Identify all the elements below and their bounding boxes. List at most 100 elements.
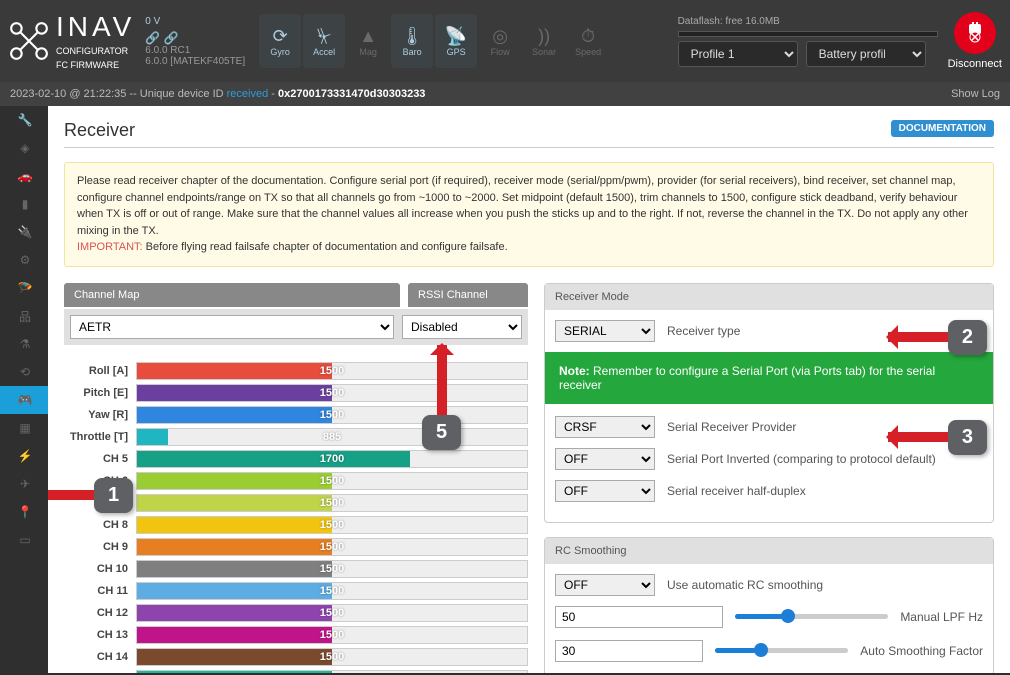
channel-value: 1700 (320, 453, 344, 465)
channel-label: CH 10 (64, 563, 136, 575)
channel-track: 1500 (136, 472, 528, 490)
usb-x-icon (954, 12, 996, 54)
channel-value: 1500 (320, 629, 344, 641)
channel-label: CH 7 (64, 497, 136, 509)
fc-firmware-label: FC FIRMWARE (56, 60, 119, 70)
receiver-type-label: Receiver type (667, 324, 740, 338)
channel-label: CH 5 (64, 453, 136, 465)
sidebar-item-outputs[interactable]: ▮ (0, 190, 48, 218)
channel-map-title: Channel Map (64, 283, 400, 307)
rssi-channel-title: RSSI Channel (408, 283, 528, 307)
channel-map-select[interactable]: AETR (70, 315, 394, 339)
channel-value: 1500 (320, 409, 344, 421)
serial-provider-select[interactable]: CRSF (555, 416, 655, 438)
sidebar-item-mixer[interactable]: 🚗 (0, 162, 48, 190)
receiver-type-select[interactable]: SERIAL (555, 320, 655, 342)
channel-track: 1500 (136, 604, 528, 622)
sidebar-item-modes[interactable]: ▦ (0, 414, 48, 442)
configurator-label: CONFIGURATOR (56, 46, 128, 56)
sidebar-item-programming[interactable]: ⟲ (0, 358, 48, 386)
sensor-status-row: ⟳Gyro⏧Accel▲Mag🌡Baro📡GPS◎Flow))Sonar⏱Spe… (259, 14, 609, 68)
logo-drone-icon (8, 20, 50, 62)
auto-factor-slider[interactable] (715, 648, 849, 653)
channel-track: 1700 (136, 450, 528, 468)
notice-text: Please read receiver chapter of the docu… (77, 175, 968, 237)
channel-track: 1500 (136, 648, 528, 666)
fw-version-bottom: 6.0.0 [MATEKF405TE] (145, 56, 245, 67)
serial-provider-label: Serial Receiver Provider (667, 420, 796, 434)
firmware-version-block: 0 V 🔗 🔗 6.0.0 RC1 6.0.0 [MATEKF405TE] (145, 16, 245, 67)
channel-track: 1500 (136, 406, 528, 424)
channel-track: 1500 (136, 582, 528, 600)
channel-value: 1500 (320, 673, 344, 674)
documentation-button[interactable]: DOCUMENTATION (891, 120, 994, 137)
sensor-speed: ⏱Speed (567, 14, 609, 68)
channel-row: CH 81500 (64, 515, 528, 535)
sidebar-item-receiver[interactable]: 🎮 (0, 386, 48, 414)
sidebar-item-ports[interactable]: 🔌 (0, 218, 48, 246)
sidebar-item-gps[interactable]: ✈ (0, 470, 48, 498)
sensor-gyro: ⟳Gyro (259, 14, 301, 68)
channel-row: CH 91500 (64, 537, 528, 557)
rc-smoothing-title: RC Smoothing (545, 538, 993, 564)
serial-inverted-label: Serial Port Inverted (comparing to proto… (667, 452, 936, 466)
channel-value: 1500 (320, 563, 344, 575)
sensor-mag: ▲Mag (347, 14, 389, 68)
dataflash-label: Dataflash: free 16.0MB (678, 16, 780, 27)
channel-row: CH 15 1500 (64, 669, 528, 674)
channel-label: Roll [A] (64, 365, 136, 377)
disconnect-button[interactable]: Disconnect (948, 12, 1002, 70)
channel-label: Pitch [E] (64, 387, 136, 399)
channel-value: 1500 (320, 541, 344, 553)
manual-lpf-slider[interactable] (735, 614, 889, 619)
channel-row: CH 10 1500 (64, 559, 528, 579)
channel-label: CH 6 (64, 475, 136, 487)
channel-label: Throttle [T] (64, 431, 136, 443)
channel-label: CH 15 (64, 673, 136, 674)
channel-track: 1500 (136, 384, 528, 402)
manual-lpf-input[interactable] (555, 606, 723, 628)
rc-smoothing-panel: RC Smoothing OFF Use automatic RC smooth… (544, 537, 994, 674)
channel-value: 1500 (320, 585, 344, 597)
sidebar-item-config[interactable]: ⚙ (0, 246, 48, 274)
status-prefix: 2023-02-10 @ 21:22:35 -- Unique device I… (10, 88, 227, 100)
channel-row: CH 111500 (64, 581, 528, 601)
auto-smoothing-label: Use automatic RC smoothing (667, 578, 823, 592)
sidebar-item-failsafe[interactable]: 🪂 (0, 274, 48, 302)
sidebar-item-calibration[interactable]: ◈ (0, 134, 48, 162)
show-log-button[interactable]: Show Log (951, 88, 1000, 100)
battery-profile-select[interactable]: Battery profile 1 (806, 41, 926, 67)
sidebar-nav: 🔧 ◈ 🚗 ▮ 🔌 ⚙ 🪂 品 ⚗ ⟲ 🎮 ▦ ⚡ ✈ 📍 ▭ (0, 106, 48, 673)
app-header: INAV CONFIGURATOR FC FIRMWARE 0 V 🔗 🔗 6.… (0, 0, 1010, 82)
channel-label: Yaw [R] (64, 409, 136, 421)
profile-select[interactable]: Profile 1 (678, 41, 798, 67)
channel-row: CH 71500 (64, 493, 528, 513)
rssi-channel-select[interactable]: Disabled (402, 315, 522, 339)
sidebar-item-osd[interactable]: ▭ (0, 526, 48, 554)
auto-smoothing-select[interactable]: OFF (555, 574, 655, 596)
serial-halfduplex-select[interactable]: OFF (555, 480, 655, 502)
sensor-flow: ◎Flow (479, 14, 521, 68)
left-column: Channel Map RSSI Channel AETR Disabled R… (64, 283, 528, 674)
channel-value: 1500 (320, 475, 344, 487)
channel-row: CH 6 1500 (64, 471, 528, 491)
manual-lpf-label: Manual LPF Hz (900, 610, 983, 624)
channel-value: 1500 (320, 519, 344, 531)
sidebar-item-setup[interactable]: 🔧 (0, 106, 48, 134)
receiver-notice: Please read receiver chapter of the docu… (64, 162, 994, 267)
channel-value: 1500 (320, 651, 344, 663)
sidebar-item-pid[interactable]: 品 (0, 302, 48, 330)
serial-halfduplex-label: Serial receiver half-duplex (667, 484, 806, 498)
status-uid: 0x2700173331470d30303233 (278, 88, 425, 100)
channel-row: CH 5 1700 (64, 449, 528, 469)
channel-row: Yaw [R] 1500 (64, 405, 528, 425)
receiver-mode-panel: Receiver Mode SERIAL Receiver type Note:… (544, 283, 994, 523)
sidebar-item-advanced[interactable]: ⚗ (0, 330, 48, 358)
channel-track: 1500 (136, 670, 528, 674)
sidebar-item-mission[interactable]: 📍 (0, 498, 48, 526)
channel-value: 1500 (320, 365, 344, 377)
auto-factor-input[interactable] (555, 640, 703, 662)
serial-inverted-select[interactable]: OFF (555, 448, 655, 470)
sidebar-item-adjustments[interactable]: ⚡ (0, 442, 48, 470)
fw-version-top: 6.0.0 RC1 (145, 45, 245, 56)
